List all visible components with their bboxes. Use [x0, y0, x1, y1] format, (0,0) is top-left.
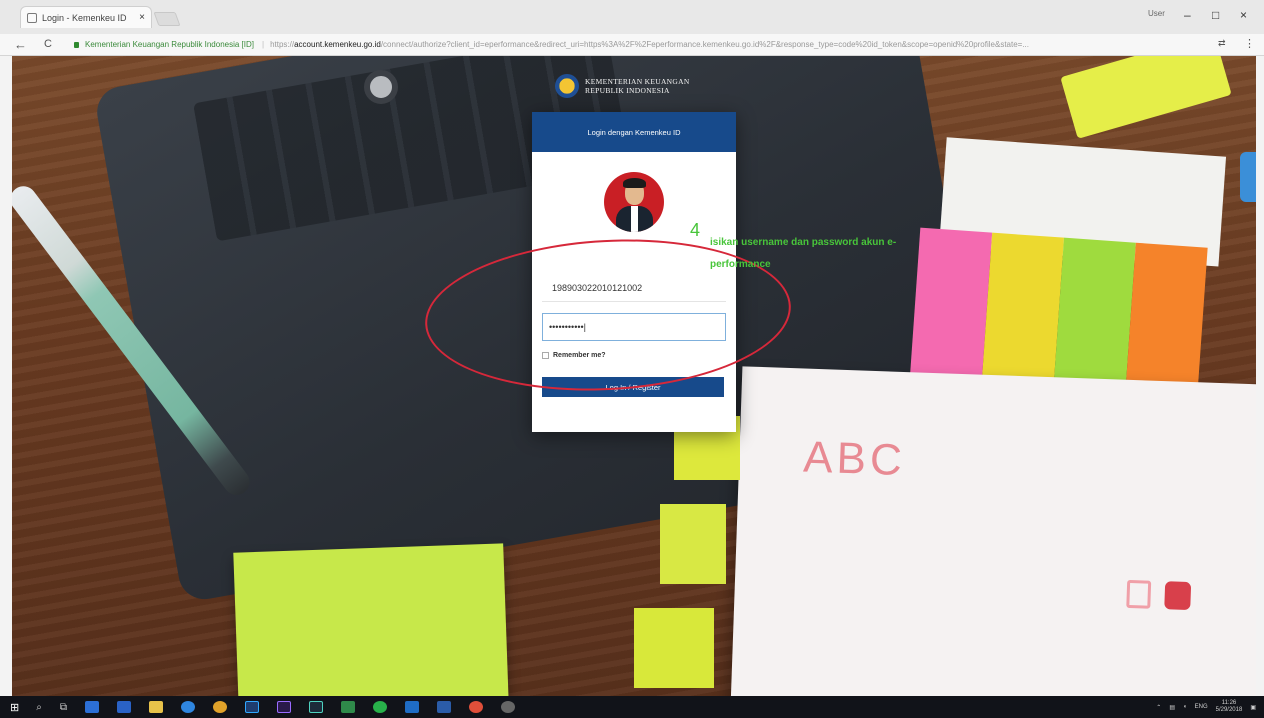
translate-icon[interactable]: ⇄ [1218, 38, 1226, 49]
clock-date: 5/29/2018 [1215, 707, 1243, 713]
premiere-icon[interactable] [276, 701, 291, 713]
new-tab-button[interactable] [153, 12, 181, 26]
photoshop-icon[interactable] [244, 701, 259, 713]
brand-line-1: KEMENTERIAN KEUANGAN [585, 77, 690, 86]
browser-toolbar: ← C Kementerian Keuangan Republik Indone… [0, 34, 1264, 56]
minimize-button[interactable]: – [1184, 8, 1191, 22]
ministry-brand: KEMENTERIAN KEUANGAN REPUBLIK INDONESIA [555, 74, 690, 98]
reload-button[interactable]: C [44, 38, 52, 50]
spreadsheet-icon[interactable] [340, 701, 355, 713]
system-tray: ⌃ ▤ ◖ ENG 11:26 5/29/2018 ▣ [1148, 696, 1256, 718]
tab-title: Login - Kemenkeu ID [42, 12, 127, 23]
audition-icon[interactable] [308, 701, 323, 713]
network-icon[interactable]: ▤ [1169, 704, 1175, 711]
chrome-active-icon[interactable] [468, 701, 483, 713]
people-icon[interactable]: ⌃ [1156, 704, 1161, 711]
site-identity: Kementerian Keuangan Republik Indonesia … [85, 40, 254, 49]
background-tab [660, 504, 726, 584]
window-user-label[interactable]: User [1148, 9, 1165, 18]
taskbar: ⊞ ⌕ ⧉ ⌃ ▤ ◖ ENG 11:26 5/29/2018 ▣ [0, 696, 1264, 718]
language-indicator[interactable]: ENG [1195, 704, 1208, 710]
url-scheme: https:// [270, 40, 295, 49]
mail-icon[interactable] [404, 701, 419, 713]
notifications-icon[interactable]: ▣ [1250, 704, 1256, 711]
annotation-step-number: 4 [690, 220, 701, 240]
background-tab [634, 608, 714, 688]
login-card-title: Login dengan Kemenkeu ID [532, 112, 736, 152]
background-notebook: ABC [729, 366, 1256, 696]
browser-tab-bar: Login - Kemenkeu ID × User – □ × [0, 0, 1264, 34]
messaging-icon[interactable] [372, 701, 387, 713]
url-path: /connect/authorize?client_id=eperformanc… [380, 40, 1030, 49]
ministry-logo-icon [555, 74, 579, 98]
task-view-icon[interactable]: ⧉ [60, 702, 67, 713]
browser-tab[interactable]: Login - Kemenkeu ID × [20, 6, 152, 28]
volume-icon[interactable]: ◖ [1183, 704, 1187, 710]
file-explorer-icon[interactable] [116, 701, 131, 713]
edge-icon[interactable] [180, 701, 195, 713]
search-icon[interactable]: ⌕ [36, 702, 42, 713]
background-clip [1240, 152, 1256, 202]
address-bar[interactable]: Kementerian Keuangan Republik Indonesia … [74, 36, 1252, 53]
page-viewport: ABC KEMENTERIAN KEUANGAN REPUBLIK INDONE… [12, 56, 1256, 696]
maximize-button[interactable]: □ [1212, 8, 1219, 22]
separator: | [262, 40, 265, 49]
app-icon-other[interactable] [500, 701, 515, 713]
url-host: account.kemenkeu.go.id [294, 40, 381, 49]
back-button[interactable]: ← [14, 37, 27, 52]
clock-time: 11:26 [1221, 700, 1237, 706]
brand-line-2: REPUBLIK INDONESIA [585, 86, 670, 95]
store-icon[interactable] [148, 701, 163, 713]
lock-icon [74, 41, 79, 48]
notebook-text: ABC [802, 432, 907, 486]
avatar [604, 172, 664, 232]
app-icon-1[interactable] [84, 701, 99, 713]
page-icon [27, 12, 37, 23]
start-button[interactable]: ⊞ [10, 701, 19, 714]
annotation-text: isikan username dan password akun e-perf… [710, 237, 897, 270]
chrome-icon[interactable] [212, 701, 227, 713]
background-sticky-note [233, 543, 509, 696]
close-window-button[interactable]: × [1240, 8, 1247, 22]
tab-close-icon[interactable]: × [139, 12, 145, 23]
browser-menu-icon[interactable]: ⋮ [1244, 37, 1255, 50]
background-knob [364, 70, 398, 104]
clock[interactable]: 11:26 5/29/2018 [1216, 700, 1243, 714]
word-icon[interactable] [436, 701, 451, 713]
